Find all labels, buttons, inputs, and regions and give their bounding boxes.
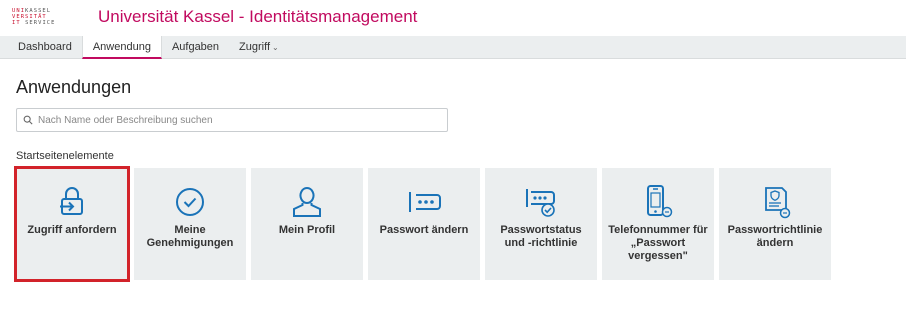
tile-zugriff-anfordern[interactable]: Zugriff anfordern xyxy=(14,166,130,282)
tile-label: Passwortstatus und -richtlinie xyxy=(500,224,582,249)
search-input[interactable] xyxy=(38,114,438,126)
policy-document-icon xyxy=(765,187,791,219)
tile-label: Telefonnummer für „Passwort vergessen" xyxy=(608,224,708,262)
lock-arrow-icon xyxy=(60,187,83,215)
tile-label: Passwortrichtlinie ändern xyxy=(727,224,823,249)
search-box xyxy=(16,108,448,132)
tab-zugriff[interactable]: Zugriff ⌄ xyxy=(229,36,289,59)
tab-dashboard[interactable]: Dashboard xyxy=(0,36,82,59)
password-dots-icon xyxy=(409,192,441,212)
password-status-icon xyxy=(526,189,555,217)
tile-telefonnummer[interactable]: Telefonnummer für „Passwort vergessen" xyxy=(602,168,714,280)
tile-label: Zugriff anfordern xyxy=(27,224,117,236)
tile-passwortrichtlinie[interactable]: Passwortrichtlinie ändern xyxy=(719,168,831,280)
tile-passwortstatus[interactable]: Passwortstatus und -richtlinie xyxy=(485,168,597,280)
university-logo[interactable]: UNIKASSEL VERSITÄT IT SERVICE xyxy=(12,8,82,27)
app-title: Universität Kassel - Identitätsmanagemen… xyxy=(98,7,418,26)
main-navigation: Dashboard Anwendung Aufgaben Zugriff ⌄ xyxy=(0,36,906,59)
phone-icon xyxy=(647,185,673,218)
tile-meine-genehmigungen[interactable]: Meine Genehmigungen xyxy=(134,168,246,280)
tile-label: Passwort ändern xyxy=(379,224,469,236)
section-label: Startseitenelemente xyxy=(16,150,114,162)
page-title: Anwendungen xyxy=(16,77,132,97)
tab-anwendung[interactable]: Anwendung xyxy=(81,36,162,59)
header: UNIKASSEL VERSITÄT IT SERVICE Universitä… xyxy=(0,0,906,34)
tile-passwort-aendern[interactable]: Passwort ändern xyxy=(368,168,480,280)
check-circle-icon xyxy=(176,188,204,216)
tile-label: Mein Profil xyxy=(278,224,336,236)
tile-mein-profil[interactable]: Mein Profil xyxy=(251,168,363,280)
tile-label: Meine Genehmigungen xyxy=(146,224,234,249)
user-profile-icon xyxy=(293,187,321,217)
chevron-down-icon: ⌄ xyxy=(272,43,279,52)
search-icon xyxy=(23,115,33,125)
tab-aufgaben[interactable]: Aufgaben xyxy=(162,36,229,59)
